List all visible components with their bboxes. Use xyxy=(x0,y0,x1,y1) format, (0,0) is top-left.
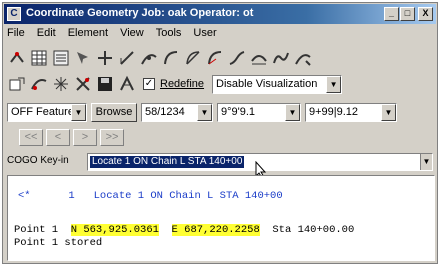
feature-value: OFF Feature xyxy=(11,106,74,118)
menu-view[interactable]: View xyxy=(120,27,144,43)
previous-button[interactable]: < xyxy=(46,128,70,146)
bearing-select[interactable]: 9°9'9.1 ▼ xyxy=(217,102,301,122)
close-button[interactable]: X xyxy=(418,7,433,21)
s-curve-icon[interactable] xyxy=(271,48,291,68)
toolbar-row-1 xyxy=(7,47,313,69)
offset-curve-icon[interactable] xyxy=(29,74,49,94)
chevron-down-icon[interactable]: ▼ xyxy=(381,103,396,121)
chevron-down-icon[interactable]: ▼ xyxy=(420,154,432,170)
save-disk-icon[interactable] xyxy=(95,74,115,94)
menu-tools[interactable]: Tools xyxy=(156,27,182,43)
arc-radius-icon[interactable] xyxy=(205,48,225,68)
chevron-down-icon[interactable]: ▼ xyxy=(197,103,212,121)
menu-user[interactable]: User xyxy=(193,27,216,43)
visualization-value: Disable Visualization xyxy=(216,78,318,90)
copy-element-icon[interactable] xyxy=(7,74,27,94)
app-icon: C xyxy=(7,7,21,21)
station-value-text: Sta 140+00.00 xyxy=(259,224,355,236)
arc-tool-icon[interactable] xyxy=(161,48,181,68)
curve-locate-icon[interactable] xyxy=(293,48,313,68)
menu-file[interactable]: File xyxy=(7,27,25,43)
browse-button[interactable]: Browse xyxy=(91,102,137,122)
menu-element[interactable]: Element xyxy=(68,27,108,43)
last-button[interactable]: >> xyxy=(100,128,124,146)
first-button[interactable]: << xyxy=(19,128,43,146)
list-icon[interactable] xyxy=(51,48,71,68)
redefine-checkbox[interactable]: ✓ xyxy=(143,78,155,90)
chevron-down-icon[interactable]: ▼ xyxy=(71,103,86,121)
next-button[interactable]: > xyxy=(73,128,97,146)
cogo-window: C Coordinate Geometry Job: oak Operator:… xyxy=(2,2,438,264)
point-label: Point 1 xyxy=(14,224,71,236)
value-value: 9+99|9.12 xyxy=(309,106,359,118)
stored-message: Point 1 stored xyxy=(14,237,103,249)
feature-row: OFF Feature ▼ Browse 58/1234 ▼ 9°9'9.1 ▼… xyxy=(7,101,397,123)
navigation-row: << < > >> xyxy=(19,126,124,148)
grid-table-icon[interactable] xyxy=(29,48,49,68)
add-point-icon[interactable] xyxy=(95,48,115,68)
station-select[interactable]: 58/1234 ▼ xyxy=(141,102,213,122)
bearing-icon[interactable] xyxy=(117,48,137,68)
title-bar[interactable]: C Coordinate Geometry Job: oak Operator:… xyxy=(4,4,436,24)
arc-chord-icon[interactable] xyxy=(183,48,203,68)
feature-select[interactable]: OFF Feature ▼ xyxy=(7,102,87,122)
keyin-value: Locate 1 ON Chain L STA 140+00 xyxy=(90,156,245,168)
store-point-icon[interactable] xyxy=(7,48,27,68)
locate-arrow-icon[interactable] xyxy=(73,48,93,68)
command-prefix: <* 1 xyxy=(18,190,94,202)
chevron-down-icon[interactable]: ▼ xyxy=(326,75,342,93)
northing-value: N 563,925.0361 xyxy=(70,224,159,236)
easting-value: E 687,220.2258 xyxy=(171,224,260,236)
value-select[interactable]: 9+99|9.12 ▼ xyxy=(305,102,397,122)
chevron-down-icon[interactable]: ▼ xyxy=(285,103,300,121)
spiral-icon[interactable] xyxy=(227,48,247,68)
menu-bar: File Edit Element View Tools User xyxy=(7,27,217,43)
toolbar-row-2: ✓ Redefine Disable Visualization ▼ xyxy=(7,73,343,95)
design-file-icon[interactable] xyxy=(117,74,137,94)
window-title: Coordinate Geometry Job: oak Operator: o… xyxy=(26,7,254,19)
command-text: Locate 1 ON Chain L STA 140+00 xyxy=(93,190,283,202)
visualization-select[interactable]: Disable Visualization ▼ xyxy=(212,74,343,94)
chain-curve-icon[interactable] xyxy=(249,48,269,68)
output-panel: <* 1 Locate 1 ON Chain L STA 140+00 Poin… xyxy=(7,175,435,261)
redefine-label: Redefine xyxy=(160,78,205,90)
bearing-value: 9°9'9.1 xyxy=(221,106,256,118)
minimize-button[interactable]: _ xyxy=(384,7,399,21)
maximize-button[interactable]: □ xyxy=(400,7,415,21)
intersect-icon[interactable] xyxy=(73,74,93,94)
radial-icon[interactable] xyxy=(51,74,71,94)
keyin-label: COGO Key-in xyxy=(7,155,69,166)
station-value: 58/1234 xyxy=(145,106,185,118)
command-echo: <* 1 Locate 1 ON Chain L STA 140+00 xyxy=(18,190,283,202)
menu-edit[interactable]: Edit xyxy=(37,27,56,43)
curve-point-icon[interactable] xyxy=(139,48,159,68)
result-line: Point 1 N 563,925.0361 E 687,220.2258 St… xyxy=(14,224,354,236)
